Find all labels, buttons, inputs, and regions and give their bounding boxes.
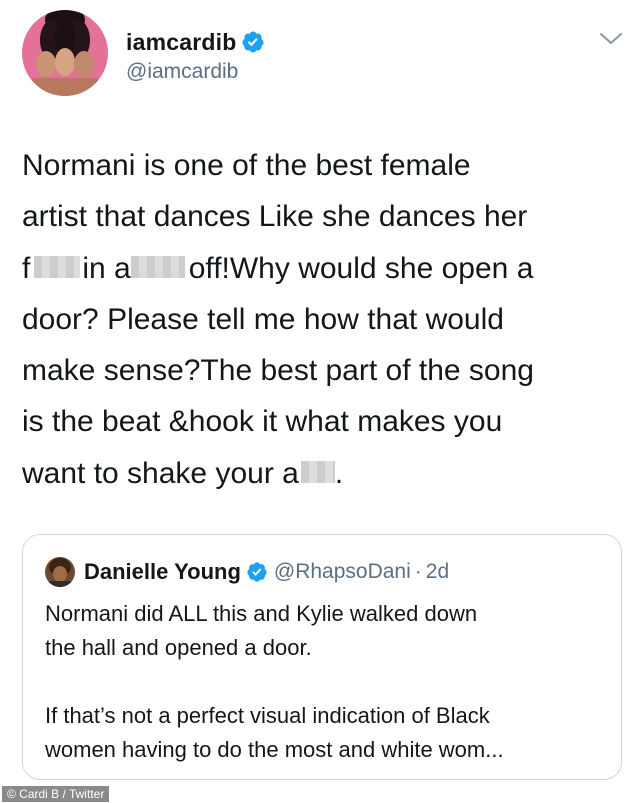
tweet-text-line: Normani is one of the best female (22, 149, 471, 182)
photo-credit: © Cardi B / Twitter (2, 786, 110, 802)
tweet-text-line: is the beat &hook it what makes you (22, 405, 503, 439)
tweet-text-line: want to shake your a. (22, 448, 626, 499)
quoted-tweet-header: Danielle Young @RhapsoDani · 2d (45, 557, 449, 587)
censored-word-blur (34, 255, 81, 278)
censored-word-blur (300, 460, 335, 483)
quoted-text-line: the hall and opened a door. (45, 635, 312, 660)
quoted-author-avatar-image (45, 557, 75, 587)
separator-dot: · (414, 560, 422, 583)
quoted-text-line: If that’s not a perfect visual indicatio… (45, 703, 490, 728)
author-name-row[interactable]: iamcardib (126, 27, 265, 57)
tweet-text-fragment: want to shake your a (22, 456, 299, 490)
tweet-text: Normani is one of the best female artist… (22, 140, 626, 499)
tweet-text-fragment: off!Why would she open a (188, 251, 534, 285)
quoted-author-display-name: Danielle Young (84, 559, 241, 584)
quoted-text-line: Normani did ALL this and Kylie walked do… (45, 601, 478, 626)
tweet-text-fragment: f (22, 251, 31, 285)
tweet-text-fragment: . (334, 456, 344, 490)
quoted-author-handle: @RhapsoDani (273, 560, 411, 583)
quoted-text-line: women having to do the most and white wo… (45, 737, 504, 762)
chevron-down-icon[interactable] (598, 28, 624, 48)
censored-word-blur (130, 255, 185, 278)
quoted-author-avatar (45, 557, 75, 587)
verified-badge-icon (247, 562, 267, 582)
quoted-tweet-text: Normani did ALL this and Kylie walked do… (45, 597, 605, 767)
tweet-screenshot: iamcardib @iamcardib Normani is one of t… (0, 0, 634, 803)
tweet-text-fragment: in a (82, 251, 131, 285)
tweet-text-line: f in a off!Why would she open a (22, 243, 626, 294)
quoted-tweet-card[interactable]: Danielle Young @RhapsoDani · 2d Normani … (22, 534, 622, 780)
tweet-text-line: door? Please tell me how that would (22, 302, 504, 336)
author-avatar[interactable] (22, 10, 108, 96)
verified-badge-icon (242, 31, 264, 53)
quoted-tweet-timestamp: 2d (425, 560, 450, 583)
author-avatar-image (22, 10, 108, 96)
author-display-name[interactable]: iamcardib (126, 29, 236, 56)
author-handle[interactable]: @iamcardib (126, 60, 238, 84)
tweet-text-line: artist that dances Like she dances her (22, 200, 528, 234)
tweet-text-line: make sense?The best part of the song (22, 354, 534, 388)
